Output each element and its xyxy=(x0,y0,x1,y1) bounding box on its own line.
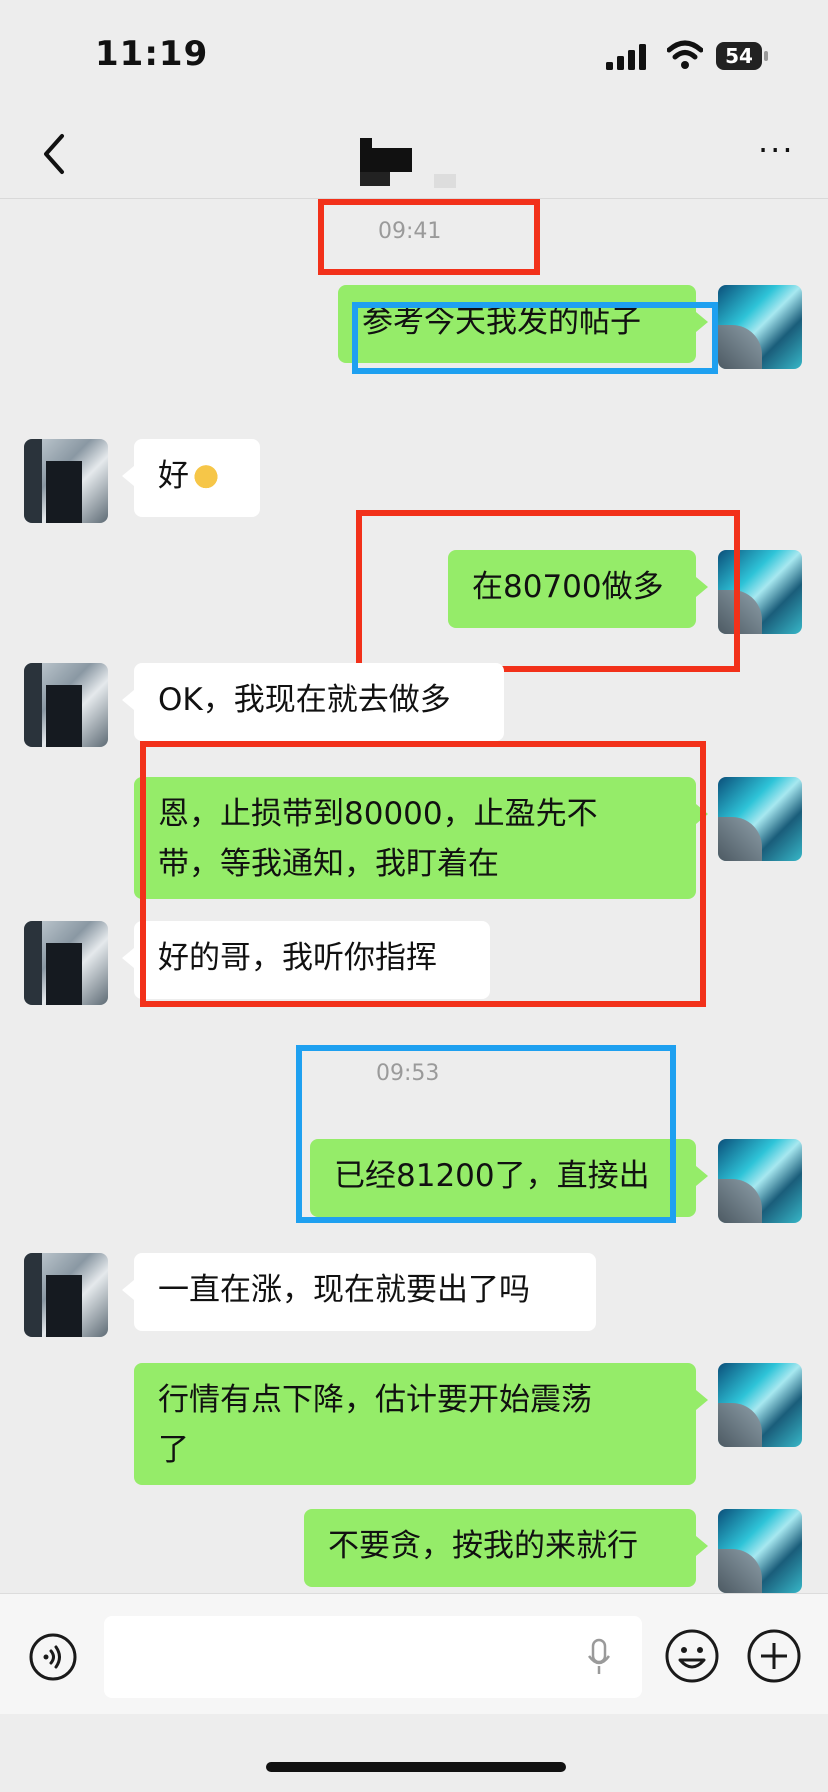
battery-level: 54 xyxy=(716,42,762,70)
contact-avatar[interactable] xyxy=(24,663,108,747)
message-input[interactable] xyxy=(104,1616,642,1698)
my-avatar[interactable] xyxy=(718,1363,802,1447)
my-avatar[interactable] xyxy=(718,285,802,369)
chat-header: ··· xyxy=(0,110,828,199)
my-avatar[interactable] xyxy=(718,777,802,861)
red-highlight-box xyxy=(140,741,706,1007)
red-highlight-box xyxy=(318,199,540,275)
my-avatar[interactable] xyxy=(718,1509,802,1593)
emoji-icon[interactable] xyxy=(664,1628,720,1684)
message-text-line-2: 了 xyxy=(158,1432,189,1468)
sent-message-bubble[interactable]: 行情有点下降，估计要开始震荡 了 xyxy=(134,1363,696,1485)
blue-highlight-box xyxy=(352,302,718,374)
contact-avatar[interactable] xyxy=(24,1253,108,1337)
input-bar xyxy=(0,1593,828,1714)
wifi-icon xyxy=(667,40,703,69)
contact-avatar[interactable] xyxy=(24,921,108,1005)
status-time: 11:19 xyxy=(95,34,209,74)
cellular-signal-icon xyxy=(606,44,646,70)
message-list[interactable]: 09:41 参考今天我发的帖子 好 在80700做多 OK，我现在就去做多 恩，… xyxy=(0,199,828,1593)
chevron-left-icon[interactable] xyxy=(36,130,76,178)
my-avatar[interactable] xyxy=(718,1139,802,1223)
ok-hand-emoji-icon xyxy=(189,458,223,492)
contact-avatar[interactable] xyxy=(24,439,108,523)
more-icon[interactable]: ··· xyxy=(758,134,804,166)
microphone-icon[interactable] xyxy=(586,1638,612,1676)
message-text: 不要贪，按我的来就行 xyxy=(328,1528,638,1564)
message-text: 好 xyxy=(158,458,189,494)
received-message-bubble[interactable]: OK，我现在就去做多 xyxy=(134,663,504,741)
blue-highlight-box xyxy=(296,1045,676,1223)
message-text-line-1: 行情有点下降，估计要开始震荡 xyxy=(158,1382,592,1418)
message-text: OK，我现在就去做多 xyxy=(158,682,451,718)
battery-icon: 54 xyxy=(716,42,770,70)
received-message-bubble[interactable]: 好 xyxy=(134,439,260,517)
home-indicator[interactable] xyxy=(266,1762,566,1772)
voice-icon[interactable] xyxy=(28,1632,78,1682)
status-bar: 11:19 54 xyxy=(0,0,828,110)
contact-name-redacted xyxy=(360,130,480,190)
plus-icon[interactable] xyxy=(746,1628,802,1684)
received-message-bubble[interactable]: 一直在涨，现在就要出了吗 xyxy=(134,1253,596,1331)
red-highlight-box xyxy=(356,510,740,672)
sent-message-bubble[interactable]: 不要贪，按我的来就行 xyxy=(304,1509,696,1587)
message-text: 一直在涨，现在就要出了吗 xyxy=(158,1272,530,1308)
